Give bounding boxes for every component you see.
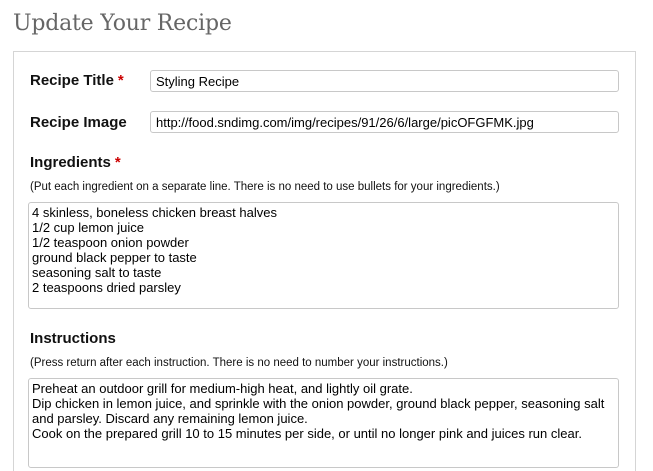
ingredient-line: 4 skinless, boneless chicken breast halv… [32, 205, 277, 220]
ingredient-line: ground black pepper to taste [32, 250, 197, 265]
recipe-title-input[interactable] [150, 70, 619, 92]
ingredient-line: 1/2 cup lemon juice [32, 220, 145, 235]
ingredients-textarea[interactable]: 4 skinless, boneless chicken breast halv… [28, 202, 619, 309]
recipe-form-panel: Recipe Title* Recipe Image Ingredients* … [13, 51, 636, 471]
ingredient-line: seasoning salt to taste [32, 265, 162, 280]
page-title: Update Your Recipe [13, 11, 232, 36]
instruction-line: Dip chicken in lemon juice, and sprinkle… [32, 396, 608, 426]
ingredients-label-text: Ingredients [30, 154, 111, 171]
ingredients-hint: (Put each ingredient on a separate line.… [30, 181, 500, 193]
instructions-hint: (Press return after each instruction. Th… [30, 357, 448, 369]
instructions-textarea[interactable]: Preheat an outdoor grill for medium-high… [28, 378, 619, 468]
ingredient-line: 1/2 teaspoon onion powder [32, 235, 189, 250]
recipe-title-label: Recipe Title * [30, 72, 124, 89]
instruction-line: Preheat an outdoor grill for medium-high… [32, 381, 413, 396]
recipe-title-label-text: Recipe Title [30, 72, 114, 89]
instructions-label-text: Instructions [30, 330, 116, 347]
ingredients-label: Ingredients * [30, 154, 121, 171]
required-mark: * [114, 154, 121, 171]
recipe-image-label-text: Recipe Image [30, 114, 127, 131]
recipe-image-url-input[interactable] [150, 111, 619, 133]
ingredient-line: 2 teaspoons dried parsley [32, 280, 181, 295]
instructions-label: Instructions [30, 330, 116, 347]
instruction-line: Cook on the prepared grill 10 to 15 minu… [32, 426, 582, 441]
recipe-image-label: Recipe Image [30, 114, 127, 131]
required-mark: * [117, 72, 124, 89]
